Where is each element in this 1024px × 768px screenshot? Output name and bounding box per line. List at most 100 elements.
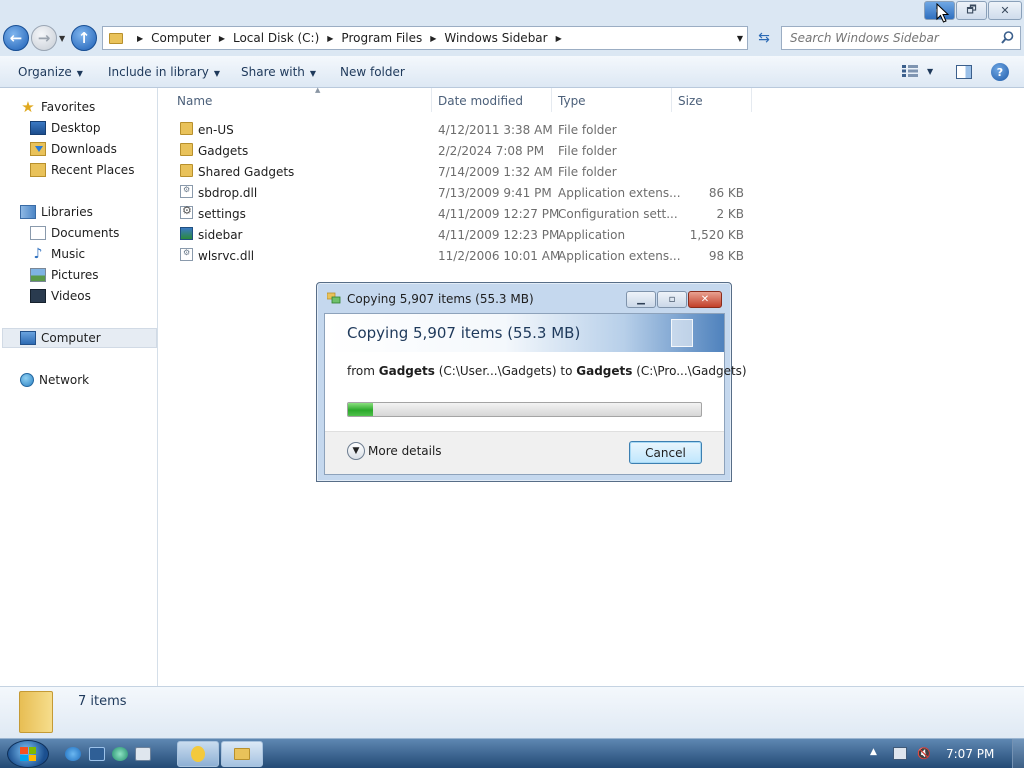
- breadcrumb-computer[interactable]: Computer: [151, 31, 211, 45]
- file-row[interactable]: settings 4/11/2009 12:27 PMConfiguration …: [175, 203, 755, 224]
- dialog-close-button[interactable]: ✕: [688, 291, 722, 308]
- volume-muted-icon[interactable]: 🔇: [917, 747, 931, 760]
- file-type: Configuration sett...: [558, 207, 678, 221]
- action-center-icon[interactable]: [893, 747, 907, 760]
- sidebar-item-downloads[interactable]: Downloads: [30, 139, 117, 159]
- sidebar-item-pictures[interactable]: Pictures: [30, 265, 99, 285]
- recent-places-icon: [30, 163, 46, 177]
- documents-icon: [30, 226, 46, 240]
- file-row[interactable]: sidebar 4/11/2009 12:23 PM Application 1,52…: [175, 224, 755, 245]
- dialog-titlebar[interactable]: Copying 5,907 items (55.3 MB) ▁ ▫ ✕: [317, 283, 731, 313]
- up-button[interactable]: ↑: [71, 25, 97, 51]
- file-row[interactable]: wlsrvc.dll 11/2/2006 10:01 AMApplication …: [175, 245, 755, 266]
- internet-explorer-icon[interactable]: [65, 747, 81, 761]
- destination-folder-path: (C:\Pro...\Gadgets): [636, 364, 747, 378]
- windows-logo-icon: [20, 747, 36, 761]
- share-with-menu[interactable]: Share with ▼: [241, 65, 316, 79]
- breadcrumb-local-disk[interactable]: Local Disk (C:): [233, 31, 319, 45]
- sidebar-item-recent-places[interactable]: Recent Places: [30, 160, 134, 180]
- more-details-label[interactable]: More details: [368, 444, 442, 458]
- column-header-date-modified[interactable]: Date modified: [438, 88, 552, 112]
- file-name: en-US: [198, 123, 234, 137]
- destination-folder-name[interactable]: Gadgets: [576, 364, 632, 378]
- forward-button[interactable]: →: [31, 25, 57, 51]
- switch-windows-icon[interactable]: [135, 747, 151, 761]
- new-folder-button[interactable]: New folder: [340, 65, 405, 79]
- source-folder-name[interactable]: Gadgets: [379, 364, 435, 378]
- file-name: sbdrop.dll: [198, 186, 258, 200]
- maximize-button[interactable]: 🗗: [956, 1, 987, 20]
- column-header-name[interactable]: Name ▲: [177, 86, 432, 112]
- address-bar[interactable]: ▶ Computer ▶ Local Disk (C:) ▶ Program F…: [102, 26, 748, 50]
- column-header-size[interactable]: Size: [678, 88, 752, 112]
- recent-pages-dropdown[interactable]: ▼: [59, 34, 65, 43]
- file-row[interactable]: Gadgets 2/2/2024 7:08 PM File folder: [175, 140, 755, 161]
- folder-icon: [180, 143, 193, 156]
- sidebar-item-videos[interactable]: Videos: [30, 286, 91, 306]
- file-row[interactable]: en-US 4/12/2011 3:38 AM File folder: [175, 119, 755, 140]
- file-size: 86 KB: [708, 186, 744, 200]
- sidebar-item-computer[interactable]: Computer: [2, 328, 157, 348]
- more-details-toggle[interactable]: ▼: [347, 442, 365, 460]
- refresh-button[interactable]: ⇆: [751, 26, 777, 50]
- sidebar-item-label: Downloads: [51, 142, 117, 156]
- clock[interactable]: 7:07 PM: [946, 747, 994, 761]
- taskbar-explorer-button[interactable]: [221, 741, 263, 767]
- file-type: Application extens...: [558, 186, 681, 200]
- up-arrow-icon: ↑: [77, 29, 91, 47]
- sidebar-item-label: Recent Places: [51, 163, 135, 177]
- dialog-maximize-button[interactable]: ▫: [657, 291, 687, 308]
- breadcrumb-program-files[interactable]: Program Files: [341, 31, 422, 45]
- cancel-button[interactable]: Cancel: [629, 441, 702, 464]
- file-row[interactable]: Shared Gadgets 7/14/2009 1:32 AM File fold…: [175, 161, 755, 182]
- sidebar-item-favorites[interactable]: ★ Favorites: [20, 97, 95, 117]
- column-label: Size: [678, 94, 703, 108]
- breadcrumb-separator-icon[interactable]: ▶: [219, 34, 225, 43]
- change-view-icon[interactable]: [902, 65, 918, 77]
- help-icon[interactable]: ?: [991, 63, 1009, 81]
- dll-file-icon: [180, 185, 193, 198]
- breadcrumb-windows-sidebar[interactable]: Windows Sidebar: [444, 31, 547, 45]
- sidebar-item-desktop[interactable]: Desktop: [30, 118, 101, 138]
- show-desktop-button[interactable]: [1012, 739, 1024, 768]
- sidebar-item-music[interactable]: ♪ Music: [30, 244, 86, 264]
- sidebar-item-libraries[interactable]: Libraries: [20, 202, 93, 222]
- file-row[interactable]: sbdrop.dll 7/13/2009 9:41 PM Application e…: [175, 182, 755, 203]
- dialog-minimize-button[interactable]: ▁: [626, 291, 656, 308]
- file-type: Application extens...: [558, 249, 681, 263]
- organize-menu[interactable]: Organize ▼: [18, 65, 83, 79]
- application-icon: [180, 227, 193, 240]
- breadcrumb-separator-icon[interactable]: ▶: [430, 34, 436, 43]
- computer-icon: [20, 331, 36, 345]
- dialog-banner: Copying 5,907 items (55.3 MB): [325, 314, 724, 352]
- music-note-icon: ♪: [33, 246, 43, 262]
- restore-icon: 🗗: [966, 3, 977, 16]
- preview-pane-icon[interactable]: [956, 65, 972, 79]
- close-button[interactable]: ✕: [988, 1, 1022, 20]
- breadcrumb-separator-icon[interactable]: ▶: [327, 34, 333, 43]
- address-history-dropdown[interactable]: ▼: [737, 34, 743, 43]
- show-hidden-icons-icon[interactable]: ▲: [870, 747, 884, 760]
- view-options-dropdown[interactable]: ▼: [927, 67, 933, 76]
- sidebar-item-network[interactable]: Network: [20, 370, 89, 390]
- search-icon[interactable]: [1001, 31, 1014, 44]
- search-box[interactable]: [781, 26, 1021, 50]
- sidebar-item-documents[interactable]: Documents: [30, 223, 119, 243]
- search-input[interactable]: [790, 31, 995, 45]
- taskbar-gadgets-button[interactable]: [177, 741, 219, 767]
- include-in-library-menu[interactable]: Include in library ▼: [108, 65, 220, 79]
- minimize-icon: ▁: [637, 294, 645, 305]
- column-header-type[interactable]: Type: [558, 88, 672, 112]
- back-button[interactable]: ←: [3, 25, 29, 51]
- start-button[interactable]: [7, 740, 49, 768]
- media-player-icon[interactable]: [112, 747, 128, 761]
- file-date-modified: 4/12/2011 3:38 AM: [438, 123, 553, 137]
- column-label: Name: [177, 94, 213, 108]
- show-desktop-quicklaunch-icon[interactable]: [89, 747, 105, 761]
- file-date-modified: 11/2/2006 10:01 AM: [438, 249, 561, 263]
- file-size: 2 KB: [716, 207, 744, 221]
- mouse-cursor-icon: [936, 3, 950, 23]
- help-label: ?: [996, 65, 1004, 79]
- breadcrumb-separator-icon[interactable]: ▶: [556, 34, 562, 43]
- breadcrumb-separator-icon[interactable]: ▶: [137, 34, 143, 43]
